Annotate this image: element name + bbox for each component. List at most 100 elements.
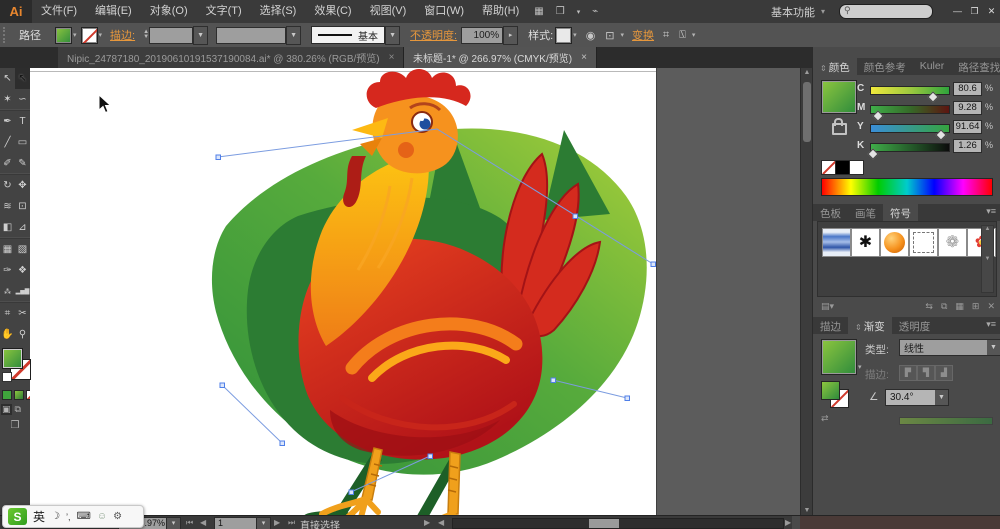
next-artboard-icon[interactable]: ▶: [274, 518, 280, 527]
symbols-scrollbar[interactable]: ▲ ▼: [981, 225, 994, 293]
horizontal-scrollbar[interactable]: [452, 518, 784, 529]
opacity-caret[interactable]: ▸: [503, 25, 519, 45]
menu-select[interactable]: 选择(S): [251, 0, 306, 23]
search-input[interactable]: ⚲: [839, 4, 933, 19]
skin-person-icon[interactable]: ☺: [97, 511, 107, 522]
menu-help[interactable]: 帮助(H): [473, 0, 528, 23]
document-tab-2-close-icon[interactable]: ×: [581, 52, 587, 63]
panel-menu-icon[interactable]: ▾≡: [986, 204, 1000, 221]
menu-edit[interactable]: 编辑(E): [86, 0, 141, 23]
menu-file[interactable]: 文件(F): [32, 0, 86, 23]
black-value[interactable]: 1.26: [953, 139, 982, 153]
gradient-type-select[interactable]: 线性 ▼: [899, 339, 1000, 356]
width-profile-caret[interactable]: ▼: [286, 25, 302, 45]
options-caret-icon[interactable]: ▾: [691, 31, 700, 39]
hand-tool[interactable]: ✋: [0, 324, 15, 345]
symbol-libraries-icon[interactable]: ▤▾: [821, 301, 834, 312]
moon-icon[interactable]: ☽: [51, 511, 60, 522]
ink-splat-symbol[interactable]: ✱: [851, 228, 880, 257]
stroke-color-swatch[interactable]: [80, 26, 98, 44]
stroke-weight-caret[interactable]: ▼: [193, 25, 209, 45]
select-similar-icon[interactable]: ⊡: [605, 29, 614, 42]
frame-symbol[interactable]: [909, 228, 938, 257]
gradient-ramp[interactable]: [899, 417, 993, 425]
artboard-number-field[interactable]: 1: [214, 517, 259, 529]
panel-grip[interactable]: [3, 27, 10, 43]
vertical-scroll-thumb[interactable]: [803, 82, 811, 142]
draw-behind-icon[interactable]: ⧉: [15, 404, 21, 415]
sogou-logo[interactable]: S: [8, 508, 27, 525]
gradient-tool[interactable]: ▧: [15, 239, 30, 260]
last-artboard-icon[interactable]: ⏭: [288, 518, 295, 528]
delete-symbol-icon[interactable]: ✕: [987, 301, 995, 312]
brush-definition-select[interactable]: 基本: [311, 26, 386, 44]
menu-window[interactable]: 窗口(W): [415, 0, 473, 23]
direct-selection-tool[interactable]: ↖: [15, 68, 30, 89]
gradient-swatch-caret[interactable]: ▾: [858, 363, 862, 371]
select-similar-caret[interactable]: ▾: [620, 31, 629, 39]
gradient-angle-caret[interactable]: ▼: [935, 390, 948, 405]
new-symbol-icon[interactable]: ⊞: [972, 301, 980, 312]
white-swatch[interactable]: [849, 160, 864, 175]
tab-transparency[interactable]: 透明度: [892, 317, 938, 334]
workspace-caret-icon[interactable]: ▾: [821, 7, 825, 16]
color-spectrum-bar[interactable]: [821, 178, 993, 196]
tab-kuler[interactable]: Kuler: [913, 58, 952, 75]
mesh-tool[interactable]: ▦: [0, 239, 15, 260]
fill-swatch[interactable]: [2, 348, 23, 369]
place-symbol-icon[interactable]: ⇆: [925, 301, 933, 312]
blend-tool[interactable]: ❖: [15, 260, 30, 281]
menu-view[interactable]: 视图(V): [361, 0, 416, 23]
black-slider[interactable]: [867, 143, 950, 160]
selection-tool[interactable]: ↖: [0, 68, 15, 89]
tab-color-guide[interactable]: 颜色参考: [857, 58, 913, 75]
default-fill-stroke-icon[interactable]: [2, 372, 12, 382]
minimize-button[interactable]: —: [949, 0, 966, 23]
punctuation-icon[interactable]: ’,: [66, 512, 71, 522]
gradient-preview-swatch[interactable]: [821, 339, 857, 375]
slider-knob[interactable]: [867, 148, 879, 160]
align-icon[interactable]: ⌗: [663, 29, 669, 42]
magenta-slider[interactable]: [870, 105, 950, 122]
ime-toolbar[interactable]: S 英 ☽ ’, ⌨ ☺ ⚙: [2, 505, 144, 528]
zoom-tool[interactable]: ⚲: [15, 324, 30, 345]
type-tool[interactable]: T: [15, 111, 30, 132]
scroll-up-icon[interactable]: ▲: [985, 226, 991, 232]
fill-color-swatch[interactable]: [55, 26, 72, 44]
free-transform-tool[interactable]: ⊡: [15, 196, 30, 217]
tab-stroke[interactable]: 描边: [813, 317, 848, 334]
ime-language-mode[interactable]: 英: [33, 508, 45, 525]
rooster-artwork[interactable]: [30, 68, 656, 515]
cyan-slider[interactable]: [870, 86, 950, 103]
stroke-caret-icon[interactable]: ▾: [98, 31, 107, 39]
keyboard-icon[interactable]: ⌨: [76, 511, 90, 522]
stroke-weight-value[interactable]: [149, 26, 194, 44]
transform-link[interactable]: 变换: [632, 27, 654, 43]
cyan-value[interactable]: 80.6: [953, 82, 982, 96]
color-button[interactable]: [2, 390, 12, 400]
rectangle-tool[interactable]: ▭: [15, 132, 30, 153]
reverse-gradient-icon[interactable]: ⇄: [821, 413, 829, 424]
menu-effect[interactable]: 效果(C): [305, 0, 360, 23]
style-swatch[interactable]: [555, 26, 573, 44]
tab-swatches[interactable]: 色板: [813, 204, 848, 221]
magic-wand-tool[interactable]: ✶: [0, 89, 15, 110]
wreath-symbol[interactable]: ❁: [938, 228, 967, 257]
document-tab-1[interactable]: Nipic_24787180_20190610191537190084.ai* …: [58, 47, 405, 68]
magenta-value[interactable]: 9.28: [953, 101, 982, 115]
prev-artboard-icon[interactable]: ◀: [200, 518, 206, 527]
screen-mode-icon[interactable]: ❒: [0, 420, 30, 431]
width-profile-select[interactable]: [216, 26, 287, 44]
perspective-grid-tool[interactable]: ⊿: [15, 217, 30, 238]
scroll-right-icon[interactable]: ▶: [424, 518, 430, 527]
yellow-slider[interactable]: [870, 124, 950, 141]
column-graph-tool[interactable]: ▂▅▇: [15, 281, 30, 302]
menu-type[interactable]: 文字(T): [197, 0, 251, 23]
pen-tool[interactable]: ✒: [0, 111, 15, 132]
menu-object[interactable]: 对象(O): [141, 0, 197, 23]
panel-menu-icon[interactable]: ▾≡: [986, 317, 1000, 334]
canvas-area[interactable]: [30, 68, 800, 515]
scale-tool[interactable]: ✥: [15, 175, 30, 196]
stroke-weight-link[interactable]: 描边:: [110, 27, 135, 43]
gradient-button[interactable]: [14, 390, 24, 400]
